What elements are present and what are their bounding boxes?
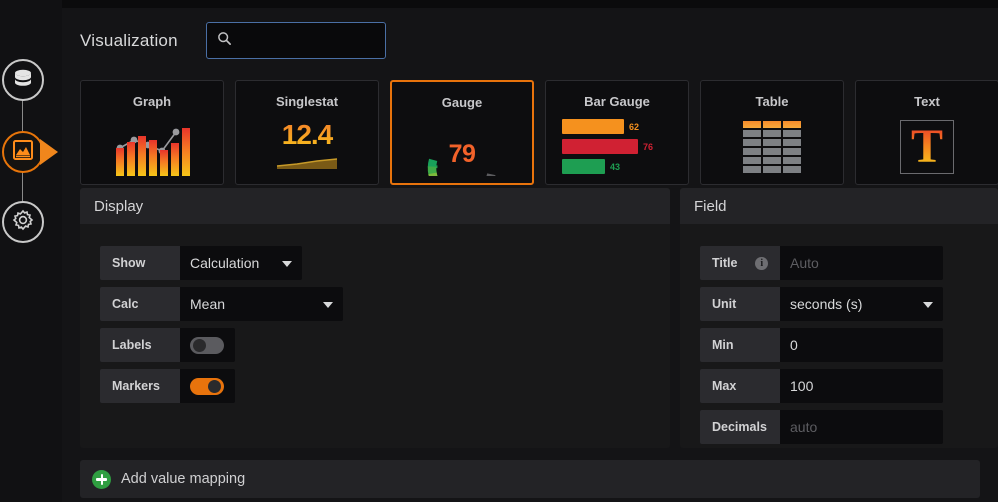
bargauge-value: 43 bbox=[610, 161, 621, 172]
option-label: Decimals bbox=[700, 410, 780, 444]
plus-circle-icon bbox=[92, 469, 111, 489]
add-value-mapping-button[interactable]: Add value mapping bbox=[80, 460, 980, 498]
option-row-markers: Markers bbox=[100, 369, 670, 403]
singlestat-preview-value: 12.4 bbox=[259, 118, 355, 152]
bargauge-row: 62 bbox=[562, 119, 672, 134]
search-icon bbox=[217, 31, 232, 51]
option-row-decimals: Decimals auto bbox=[700, 410, 998, 444]
decimals-input-placeholder: auto bbox=[790, 419, 818, 435]
calc-select[interactable]: Mean bbox=[180, 287, 343, 321]
graph-bars bbox=[116, 127, 190, 176]
unit-select[interactable]: seconds (s) bbox=[780, 287, 943, 321]
sidebar-item-visualization[interactable] bbox=[2, 131, 44, 173]
decimals-input[interactable]: auto bbox=[780, 410, 943, 444]
display-options-panel: Display Show Calculation Calc Mean Label… bbox=[80, 188, 670, 448]
gear-wrench-icon bbox=[11, 208, 35, 237]
active-pane-pointer bbox=[40, 139, 58, 165]
bargauge-row: 76 bbox=[562, 139, 672, 154]
calc-select-value: Mean bbox=[190, 296, 226, 312]
option-label: Min bbox=[700, 328, 780, 362]
viz-card-label: Singlestat bbox=[275, 94, 339, 109]
option-row-calc: Calc Mean bbox=[100, 287, 670, 321]
viz-search-input[interactable] bbox=[240, 33, 370, 48]
viz-card-label: Table bbox=[755, 94, 789, 109]
bargauge-preview-icon: 62 76 43 bbox=[546, 109, 688, 184]
viz-card-gauge[interactable]: Gauge 79 bbox=[390, 80, 534, 202]
labels-toggle-cell[interactable] bbox=[180, 328, 235, 362]
unit-select-value: seconds (s) bbox=[790, 296, 863, 312]
chart-area-icon bbox=[11, 138, 35, 167]
min-input[interactable]: 0 bbox=[780, 328, 943, 362]
option-label: Title bbox=[712, 256, 738, 270]
markers-toggle[interactable] bbox=[190, 377, 224, 395]
option-row-title: Title i Auto bbox=[700, 246, 998, 280]
viz-card-label: Gauge bbox=[441, 95, 483, 110]
gauge-preview-icon: 79 bbox=[392, 110, 532, 202]
editor-sidebar bbox=[0, 0, 62, 502]
text-preview-icon: T bbox=[856, 109, 998, 184]
title-input[interactable]: Auto bbox=[780, 246, 943, 280]
chevron-down-icon bbox=[282, 261, 292, 267]
viz-card-label: Graph bbox=[132, 94, 172, 109]
max-input[interactable]: 100 bbox=[780, 369, 943, 403]
singlestat-preview-icon: 12.4 bbox=[236, 109, 378, 184]
display-panel-title: Display bbox=[80, 188, 670, 224]
field-panel-title: Field bbox=[680, 188, 998, 224]
table-preview-icon bbox=[701, 109, 843, 184]
max-input-value: 100 bbox=[790, 378, 814, 394]
visualization-editor: Visualization Graph Singlestat 12.4 Gaug… bbox=[62, 8, 998, 502]
option-label: Unit bbox=[700, 287, 780, 321]
sidebar-item-settings[interactable] bbox=[2, 201, 44, 243]
min-input-value: 0 bbox=[790, 337, 798, 353]
show-select[interactable]: Calculation bbox=[180, 246, 302, 280]
viz-card-text[interactable]: Text T bbox=[855, 80, 998, 185]
labels-toggle[interactable] bbox=[190, 336, 224, 354]
info-icon[interactable]: i bbox=[755, 256, 768, 270]
option-row-min: Min 0 bbox=[700, 328, 998, 362]
viz-card-table[interactable]: Table bbox=[700, 80, 844, 185]
option-row-unit: Unit seconds (s) bbox=[700, 287, 998, 321]
page-title: Visualization bbox=[80, 31, 178, 50]
database-icon bbox=[11, 66, 35, 95]
option-label: Labels bbox=[100, 328, 180, 362]
chevron-down-icon bbox=[923, 302, 933, 308]
editor-header: Visualization bbox=[62, 8, 998, 74]
bargauge-value: 76 bbox=[643, 141, 654, 152]
option-label: Show bbox=[100, 246, 180, 280]
viz-search-box[interactable] bbox=[206, 22, 386, 59]
field-options-panel: Field Title i Auto Unit seconds (s) Min … bbox=[680, 188, 998, 448]
option-label-wrap: Title i bbox=[700, 246, 780, 280]
option-label: Max bbox=[700, 369, 780, 403]
viz-card-label: Text bbox=[914, 94, 940, 109]
bargauge-row: 43 bbox=[562, 159, 672, 174]
visualization-type-list: Graph Singlestat 12.4 Gauge 79 Bar Gauge… bbox=[80, 80, 998, 202]
viz-card-label: Bar Gauge bbox=[584, 94, 650, 109]
show-select-value: Calculation bbox=[190, 255, 260, 271]
gauge-preview-value: 79 bbox=[448, 139, 476, 168]
option-label: Calc bbox=[100, 287, 180, 321]
graph-preview-icon bbox=[81, 109, 223, 184]
title-input-placeholder: Auto bbox=[790, 255, 819, 271]
markers-toggle-cell[interactable] bbox=[180, 369, 235, 403]
add-value-mapping-label: Add value mapping bbox=[121, 471, 246, 487]
bargauge-value: 62 bbox=[629, 121, 640, 132]
viz-card-singlestat[interactable]: Singlestat 12.4 bbox=[235, 80, 379, 185]
sidebar-item-datasource[interactable] bbox=[2, 59, 44, 101]
option-row-show: Show Calculation bbox=[100, 246, 670, 280]
option-row-max: Max 100 bbox=[700, 369, 998, 403]
option-row-labels: Labels bbox=[100, 328, 670, 362]
chevron-down-icon bbox=[323, 302, 333, 308]
option-label: Markers bbox=[100, 369, 180, 403]
viz-card-graph[interactable]: Graph bbox=[80, 80, 224, 185]
viz-card-bar-gauge[interactable]: Bar Gauge 62 76 43 bbox=[545, 80, 689, 185]
